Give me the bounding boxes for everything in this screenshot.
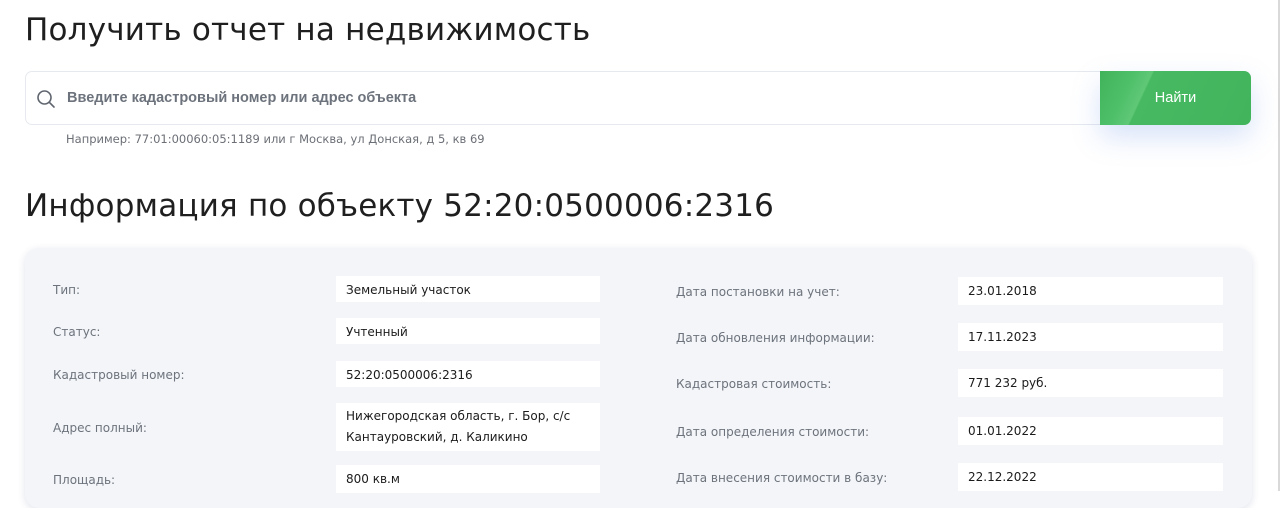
area-label: Площадь:: [53, 473, 116, 487]
search-bar: Найти: [25, 71, 1251, 125]
type-label: Тип:: [53, 283, 81, 297]
search-icon: [37, 90, 55, 108]
update-date-label: Дата обновления информации:: [676, 331, 875, 345]
type-value: Земельный участок: [336, 276, 600, 302]
search-input[interactable]: [67, 72, 1097, 124]
area-value: 800 кв.м: [336, 465, 600, 493]
cadastral-value: 771 232 руб.: [958, 369, 1223, 397]
search-hint: Например: 77:01:00060:05:1189 или г Моск…: [66, 132, 485, 146]
address-label: Адрес полный:: [53, 421, 147, 435]
value-entry-date-value: 22.12.2022: [958, 463, 1223, 491]
registration-date-label: Дата постановки на учет:: [676, 285, 840, 299]
status-value: Учтенный: [336, 318, 600, 344]
cadastral-number-label: Кадастровый номер:: [53, 368, 185, 382]
object-info-card: Тип: Земельный участок Статус: Учтенный …: [25, 248, 1252, 508]
object-heading: Информация по объекту 52:20:0500006:2316: [25, 188, 775, 224]
page-title: Получить отчет на недвижимость: [25, 12, 591, 48]
registration-date-value: 23.01.2018: [958, 277, 1223, 305]
cadastral-number-value: 52:20:0500006:2316: [336, 361, 600, 387]
address-value: Нижегородская область, г. Бор, с/с Канта…: [336, 403, 600, 451]
value-entry-date-label: Дата внесения стоимости в базу:: [676, 471, 888, 485]
status-label: Статус:: [53, 325, 101, 339]
find-button[interactable]: Найти: [1100, 71, 1251, 125]
valuation-date-value: 01.01.2022: [958, 417, 1223, 445]
update-date-value: 17.11.2023: [958, 323, 1223, 351]
cadastral-value-label: Кадастровая стоимость:: [676, 377, 832, 391]
valuation-date-label: Дата определения стоимости:: [676, 425, 870, 439]
